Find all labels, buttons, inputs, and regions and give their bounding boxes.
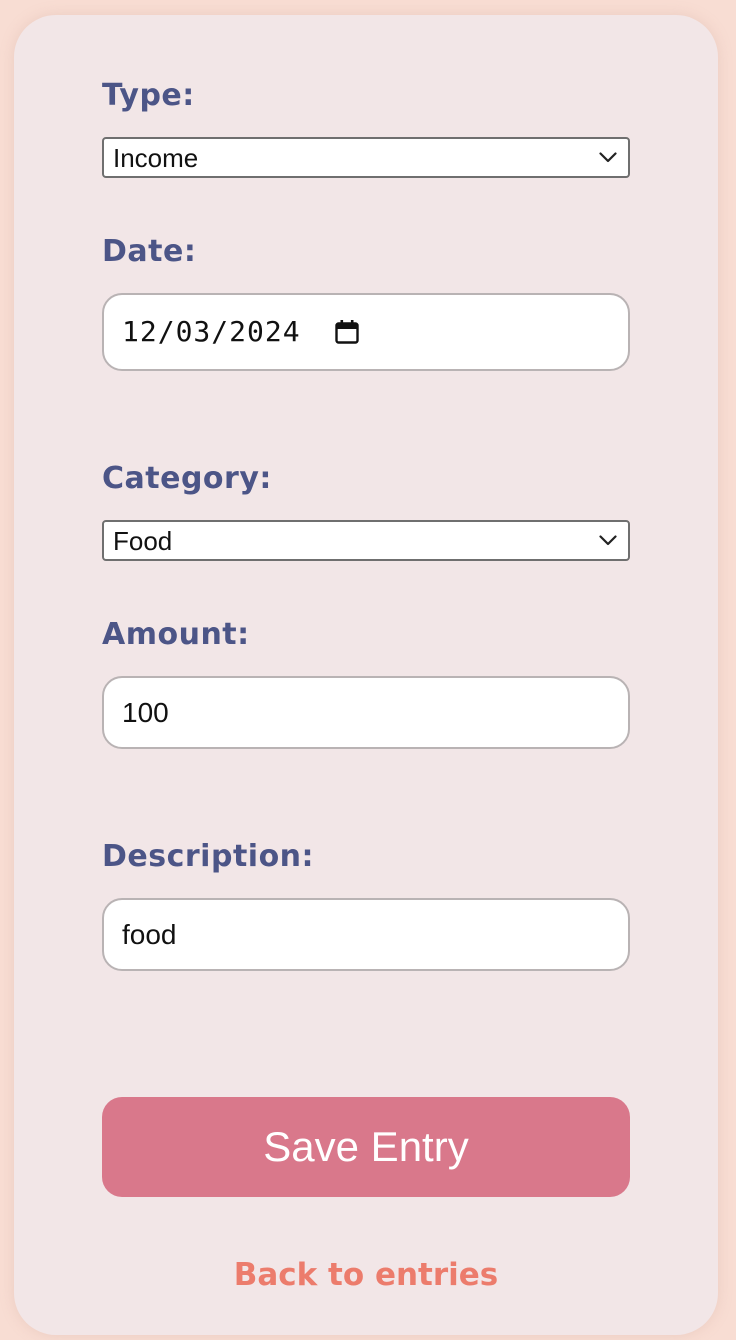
category-select[interactable]: Food [102,520,630,561]
date-label: Date: [102,234,197,269]
type-label: Type: [102,78,195,113]
back-to-entries-link[interactable]: Back to entries [102,1260,630,1291]
date-input-value: 12/03/2024 [122,315,301,348]
description-input[interactable]: food [102,898,630,971]
amount-input-value: 100 [122,696,169,728]
category-label: Category: [102,461,272,496]
amount-input[interactable]: 100 [102,676,630,749]
amount-label: Amount: [102,617,250,652]
type-select[interactable]: Income [102,137,630,178]
description-label: Description: [102,839,315,874]
category-select-value: Food [113,525,173,556]
date-input[interactable]: 12/03/2024 [102,293,630,371]
calendar-icon[interactable] [333,318,361,346]
save-entry-button[interactable]: Save Entry [102,1097,630,1197]
chevron-down-icon [598,534,618,548]
description-input-value: food [122,918,177,950]
type-select-value: Income [113,142,199,173]
chevron-down-icon [598,151,618,165]
